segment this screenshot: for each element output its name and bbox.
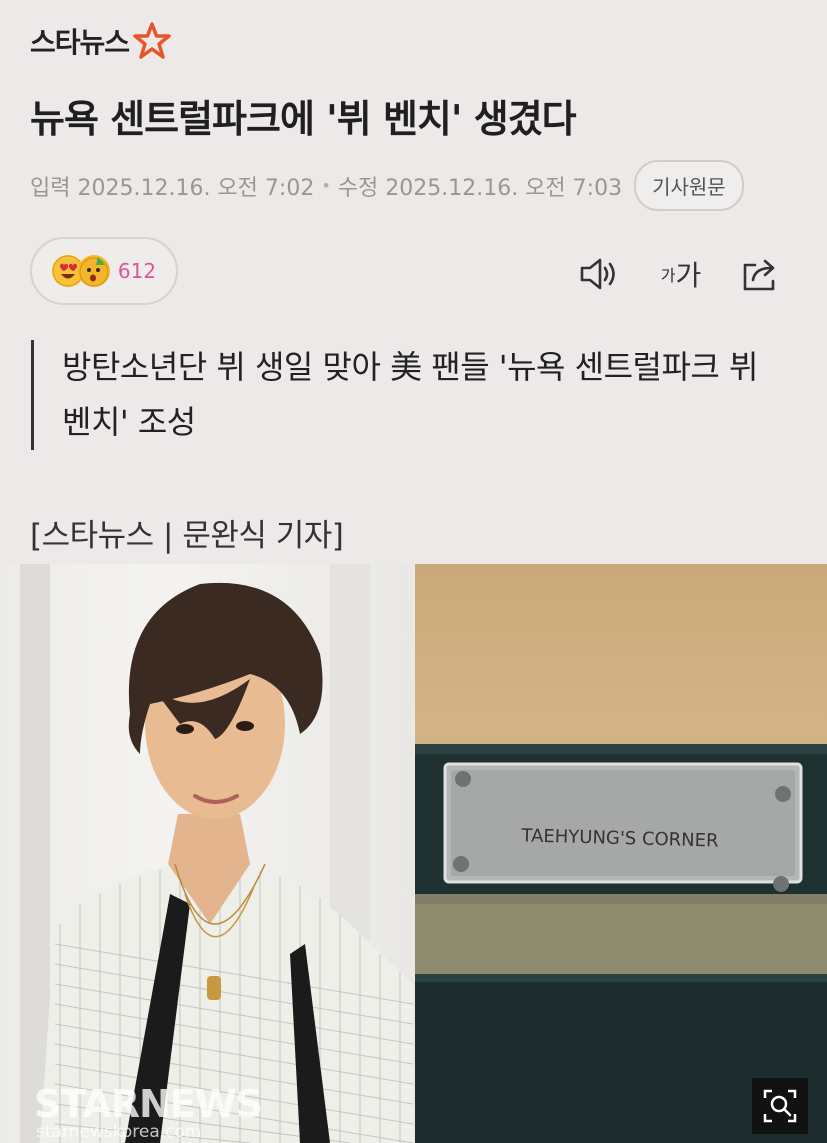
modified-time: 2025.12.16. 오전 7:03 xyxy=(385,175,623,201)
font-big-label: 가 xyxy=(675,259,702,292)
separator-dot: • xyxy=(321,176,331,195)
logo-text: 스타뉴스 xyxy=(30,26,130,59)
watermark-logo: STARNEWS xyxy=(34,1082,263,1126)
article-meta: 입력 2025.12.16. 오전 7:02 • 수정 2025.12.16. … xyxy=(30,160,744,211)
watermark-url: starnewskorea.com xyxy=(36,1122,202,1142)
modified-label: 수정 xyxy=(337,175,379,201)
portrait-illustration xyxy=(20,564,414,1143)
party-emoji-icon xyxy=(77,255,110,287)
font-size-button[interactable]: 가가 xyxy=(656,252,706,296)
reaction-button[interactable]: 612 xyxy=(30,237,178,305)
article-subtitle: 방탄소년단 뷔 생일 맞아 美 팬들 '뉴욕 센트럴파크 뷔 벤치' 조성 xyxy=(31,340,791,450)
article-byline: [스타뉴스 | 문완식 기자] xyxy=(30,518,344,554)
portrait-photo xyxy=(0,564,414,1143)
font-small-label: 가 xyxy=(660,266,676,285)
original-article-button[interactable]: 기사원문 xyxy=(634,160,744,211)
article-photo: TAEHYUNG'S CORNER xyxy=(0,564,827,1143)
bench-illustration: TAEHYUNG'S CORNER xyxy=(415,744,827,1143)
speaker-icon[interactable] xyxy=(576,252,620,296)
input-time: 2025.12.16. 오전 7:02 xyxy=(77,175,315,201)
reaction-count: 612 xyxy=(117,259,157,283)
zoom-icon[interactable] xyxy=(752,1078,808,1134)
logo-star-icon xyxy=(133,22,171,59)
input-label: 입력 xyxy=(30,175,71,201)
article-title: 뉴욕 센트럴파크에 '뷔 벤치' 생겼다 xyxy=(30,97,577,141)
bench-photo: TAEHYUNG'S CORNER xyxy=(415,564,827,1143)
share-icon[interactable] xyxy=(738,252,782,296)
site-logo[interactable]: 스타뉴스 xyxy=(30,20,173,62)
